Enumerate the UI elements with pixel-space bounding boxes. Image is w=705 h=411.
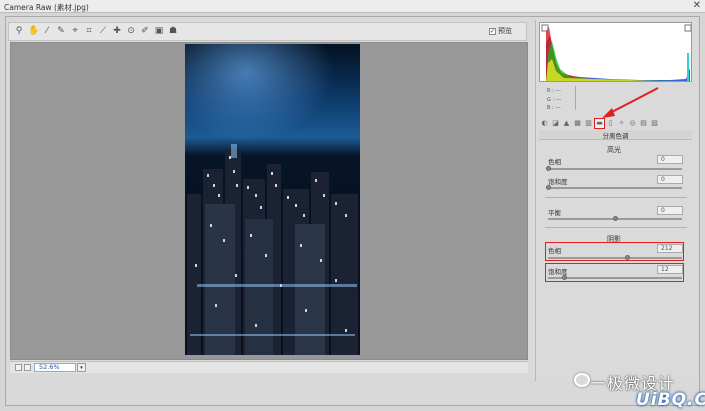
balance-slider[interactable] (548, 216, 682, 221)
preview-image (185, 44, 360, 355)
highlight-hue-field[interactable]: 0 (657, 155, 683, 164)
highlight-hue-slider[interactable] (545, 166, 682, 171)
tab-presets-icon[interactable]: ▤ (639, 119, 648, 128)
tab-snapshots-icon[interactable]: ▧ (650, 119, 659, 128)
preview-label: 预览 (498, 27, 512, 35)
highlight-sat-field[interactable]: 0 (657, 175, 683, 184)
readout-g: G : --- (547, 96, 562, 103)
zoom-in-icon[interactable] (24, 364, 31, 371)
slider-thumb[interactable] (545, 166, 551, 171)
zoom-out-icon[interactable] (15, 364, 22, 371)
histogram (539, 22, 692, 82)
highlight-box-hue (545, 242, 684, 261)
toolbar: ⚲ ✋ ⁄ ✎ ⌖ ⌗ ⟋ ✚ ⊙ ✐ ▣ ☗ ✓ 预览 (8, 22, 527, 41)
brand-watermark: UiBQ.CoM (636, 390, 705, 410)
readout-divider (575, 86, 576, 110)
slider-thumb[interactable] (545, 185, 551, 190)
readout-b: B : --- (547, 105, 561, 111)
balance-label: 平衡 (548, 209, 561, 217)
target-adjust-icon[interactable]: ⌖ (70, 26, 80, 37)
status-bar: 52.6% ▾ (10, 361, 528, 373)
crop-icon[interactable]: ⌗ (84, 26, 94, 37)
hand-tool-icon[interactable]: ✋ (28, 26, 39, 37)
tab-basic-icon[interactable]: ◐ (540, 119, 549, 128)
rgb-readout: R : --- G : --- B : --- (547, 87, 561, 113)
hand2-icon[interactable]: ☗ (168, 26, 178, 37)
brush-icon[interactable]: ✐ (140, 26, 150, 37)
rotate-icon[interactable]: ▣ (154, 26, 164, 37)
histogram-plot (541, 24, 691, 81)
panel-tabs: ◐ ◪ ▲ ▦ ▥ ▬ ▯ ✧ ◎ ▤ ▧ (539, 117, 692, 129)
title-bar: Camera Raw (素材.jpg) ✕ (0, 0, 705, 13)
highlights-heading: 高光 (607, 146, 621, 154)
checkbox-mark-icon: ✓ (489, 27, 496, 35)
tab-hsl-icon[interactable]: ▦ (573, 119, 582, 128)
chevron-down-icon[interactable]: ▾ (77, 363, 86, 372)
watermark-logo-icon (574, 373, 590, 387)
balance-field[interactable]: 0 (657, 206, 683, 215)
tab-camera-icon[interactable]: ◎ (628, 119, 637, 128)
highlight-sat-slider[interactable] (545, 185, 682, 190)
tab-effects-icon[interactable]: ✧ (617, 119, 626, 128)
spot-removal-icon[interactable]: ✚ (112, 26, 122, 37)
tab-curve-icon[interactable]: ◪ (551, 119, 560, 128)
highlight-sat-label: 饱和度 (548, 178, 568, 186)
close-icon[interactable]: ✕ (693, 1, 701, 11)
city-night-image (185, 44, 360, 355)
color-sampler-icon[interactable]: ✎ (56, 26, 66, 37)
zoom-level[interactable]: 52.6% (34, 363, 76, 372)
window-title: Camera Raw (素材.jpg) (4, 3, 89, 12)
slider-thumb[interactable] (612, 216, 618, 221)
tab-detail-icon[interactable]: ▲ (562, 119, 571, 128)
tab-grayscale-icon[interactable]: ▥ (584, 119, 593, 128)
tab-lens-icon[interactable]: ▯ (606, 119, 615, 128)
zoom-tool-icon[interactable]: ⚲ (14, 26, 24, 37)
straighten-icon[interactable]: ⟋ (98, 26, 108, 37)
highlight-hue-label: 色相 (548, 158, 561, 166)
tab-split-toning-icon[interactable]: ▬ (594, 117, 605, 129)
panel-title: 分离色调 (539, 130, 692, 140)
readout-r: R : --- (547, 88, 561, 94)
divider (545, 197, 687, 198)
red-eye-icon[interactable]: ⊙ (126, 26, 136, 37)
divider (545, 227, 687, 228)
preview-checkbox[interactable]: ✓ 预览 (489, 26, 512, 36)
white-balance-icon[interactable]: ⁄ (42, 26, 52, 37)
highlight-box-saturation (545, 263, 684, 282)
